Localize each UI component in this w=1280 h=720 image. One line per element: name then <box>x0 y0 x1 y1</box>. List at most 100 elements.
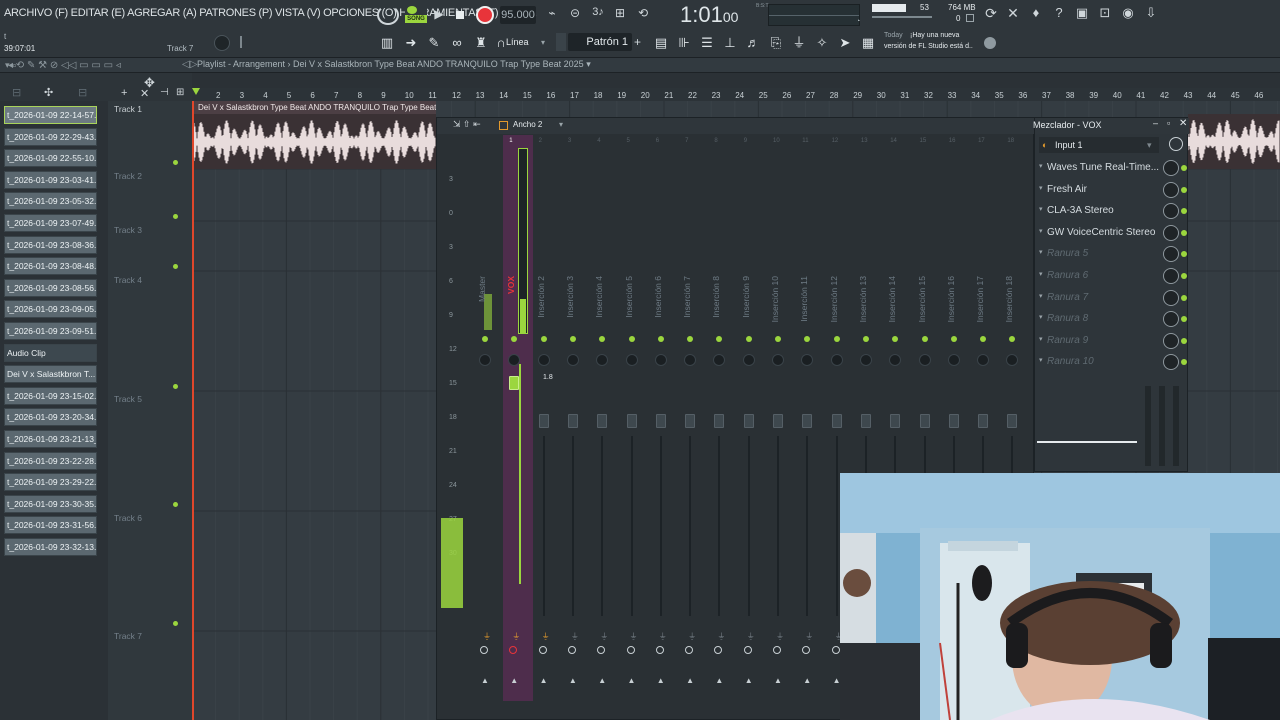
mixer-icon[interactable]: ⊥ <box>721 34 739 52</box>
fx-slot-enable-led[interactable] <box>1181 229 1187 236</box>
slot-arrow-icon[interactable]: ▾ <box>1039 356 1043 364</box>
route-arrow-icon[interactable]: ▲ <box>481 676 489 685</box>
browser-clip[interactable]: t_2026-01-09 23-22-28... <box>4 451 97 470</box>
route-arrow-icon[interactable]: ▲ <box>569 676 577 685</box>
audio-clip[interactable]: Dei V x Salastkbron Type Beat ANDO TRANQ… <box>192 101 436 169</box>
pan-knob[interactable] <box>596 354 609 366</box>
news-line1[interactable]: ¡Hay una nueva <box>910 32 959 39</box>
fx-slot-mix-knob[interactable] <box>1163 268 1179 284</box>
volume-fader[interactable] <box>948 414 959 428</box>
save-icon[interactable]: ▣ <box>1074 5 1090 21</box>
playhead[interactable] <box>192 101 194 720</box>
fx-slot[interactable]: ▾ GW VoiceCentric Stereo <box>1039 223 1187 243</box>
pan-knob[interactable] <box>713 354 726 366</box>
track-label[interactable]: Track 5 <box>114 394 142 404</box>
mixer-strip[interactable]: 1 VOX ⏚ ▲ <box>500 136 529 718</box>
send-knob[interactable] <box>509 646 518 654</box>
browser-clip[interactable]: t_2026-01-09 23-29-22... <box>4 473 97 492</box>
stop-icon[interactable] <box>456 11 464 19</box>
send-knob[interactable] <box>655 646 664 654</box>
strip-power-led[interactable] <box>980 336 987 342</box>
mixer-strip[interactable]: 10 Inserción 10 ⏚ ▲ <box>764 136 792 718</box>
pan-knob[interactable] <box>947 354 960 366</box>
arrow-right-icon[interactable]: ➜ <box>402 34 420 52</box>
pan-knob[interactable] <box>537 354 550 366</box>
pitch-slider[interactable] <box>240 36 250 48</box>
fx-slot-mix-knob[interactable] <box>1163 354 1179 371</box>
eq-slider-2[interactable] <box>1159 386 1165 466</box>
wizard-icon[interactable]: ✧ <box>813 34 831 52</box>
send-knob[interactable] <box>597 646 606 654</box>
track-mute-led[interactable] <box>173 264 178 269</box>
pan-knob[interactable] <box>830 354 843 366</box>
track-mute-led[interactable] <box>173 384 178 389</box>
add-track-icon[interactable]: + <box>121 87 127 99</box>
strip-power-led[interactable] <box>482 336 488 342</box>
route-icon[interactable]: ⏚ <box>512 631 520 642</box>
track-options-icon[interactable]: ⊣ <box>160 87 169 98</box>
volume-fader[interactable] <box>802 414 813 428</box>
route-arrow-icon[interactable]: ▲ <box>745 676 753 685</box>
strip-power-led[interactable] <box>775 336 781 342</box>
browser-clip[interactable]: t_2026-01-09 23-09-51... <box>4 322 97 340</box>
fx-slot[interactable]: ▾ Ranura 7 <box>1039 288 1187 308</box>
volume-fader[interactable] <box>626 414 637 428</box>
volume-fader[interactable] <box>685 414 696 428</box>
width-chevron-icon[interactable]: ▾ <box>559 120 563 129</box>
volume-fader[interactable] <box>890 414 901 428</box>
play-marker[interactable] <box>192 88 200 95</box>
pan-knob[interactable] <box>625 354 638 366</box>
mixer-strip[interactable]: 6 Inserción 6 ⏚ ▲ <box>647 136 675 718</box>
send-knob[interactable] <box>685 646 694 654</box>
route-arrow-icon[interactable]: ▲ <box>715 676 723 685</box>
fx-slot[interactable]: ▾ Ranura 9 <box>1039 331 1187 351</box>
pan-knob[interactable] <box>684 354 697 366</box>
news-line2[interactable]: versión de FL Studio está d.. <box>884 43 973 50</box>
browser-clip[interactable]: t_2026-01-09 22-29-43... <box>4 127 97 146</box>
volume-fader[interactable] <box>655 414 666 428</box>
strip-power-led[interactable] <box>511 336 518 342</box>
pencil-icon[interactable]: ✎ <box>425 34 443 52</box>
browser-clip[interactable]: t_2026-01-09 23-31-56... <box>4 516 97 535</box>
add-pattern-icon[interactable]: + <box>634 35 641 49</box>
input-select[interactable]: ◐ Input 1 ▾ <box>1039 137 1159 153</box>
strip-power-led[interactable] <box>716 336 723 342</box>
mixer-strip[interactable]: 7 Inserción 7 ⏚ ▲ <box>676 136 704 718</box>
pan-knob[interactable] <box>889 354 902 366</box>
fx-slot-enable-led[interactable] <box>1181 251 1187 258</box>
track-label[interactable]: Track 3 <box>114 225 142 235</box>
help-icon[interactable]: ? <box>1051 5 1067 20</box>
route-arrow-icon[interactable]: ▲ <box>540 676 548 685</box>
play-icon[interactable]: ▶ <box>432 7 446 23</box>
track-mute-led[interactable] <box>173 502 178 507</box>
volume-fader[interactable] <box>714 414 725 428</box>
route-icon[interactable]: ⏚ <box>483 631 491 642</box>
loop-record-icon[interactable]: ⟲ <box>634 6 652 20</box>
strip-power-led[interactable] <box>804 336 811 342</box>
send-knob[interactable] <box>567 646 576 654</box>
step-edit-icon[interactable]: ⊝ <box>566 6 584 20</box>
blend-notes-icon[interactable]: ⊞ <box>611 6 629 20</box>
stamp-icon[interactable]: ♜ <box>472 34 490 52</box>
browser-fwd-icon[interactable]: ⊟ <box>78 86 87 99</box>
master-volume-knob[interactable] <box>214 35 230 51</box>
send-knob[interactable] <box>714 646 723 654</box>
send-knob[interactable] <box>802 646 811 654</box>
strip-power-led[interactable] <box>569 336 576 342</box>
route-icon[interactable]: ⏚ <box>717 631 725 642</box>
browser-clip[interactable]: t_2026-01-09 23-30-35... <box>4 494 97 513</box>
song-mode-button[interactable]: SONG <box>405 15 427 23</box>
panic-icon[interactable]: ✕ <box>1005 5 1021 22</box>
pan-knob[interactable] <box>859 354 872 366</box>
route-arrow-icon[interactable]: ▲ <box>598 676 606 685</box>
shop-icon[interactable]: ▦ <box>859 34 877 52</box>
fx-slot-enable-led[interactable] <box>1181 337 1187 344</box>
typing-keyboard-icon[interactable]: ⌁ <box>542 6 562 20</box>
template-icon[interactable]: ⎘ <box>767 34 785 52</box>
browser-clip[interactable]: t_2026-01-09 22-14-57... <box>4 106 97 124</box>
browser-clip[interactable]: t_2026-01-09 23-03-41... <box>4 170 97 189</box>
route-icon[interactable]: ⏚ <box>776 631 784 642</box>
fx-slot-enable-led[interactable] <box>1181 165 1187 171</box>
globe-icon[interactable] <box>984 37 996 49</box>
pattern-prev-button[interactable] <box>556 33 566 51</box>
